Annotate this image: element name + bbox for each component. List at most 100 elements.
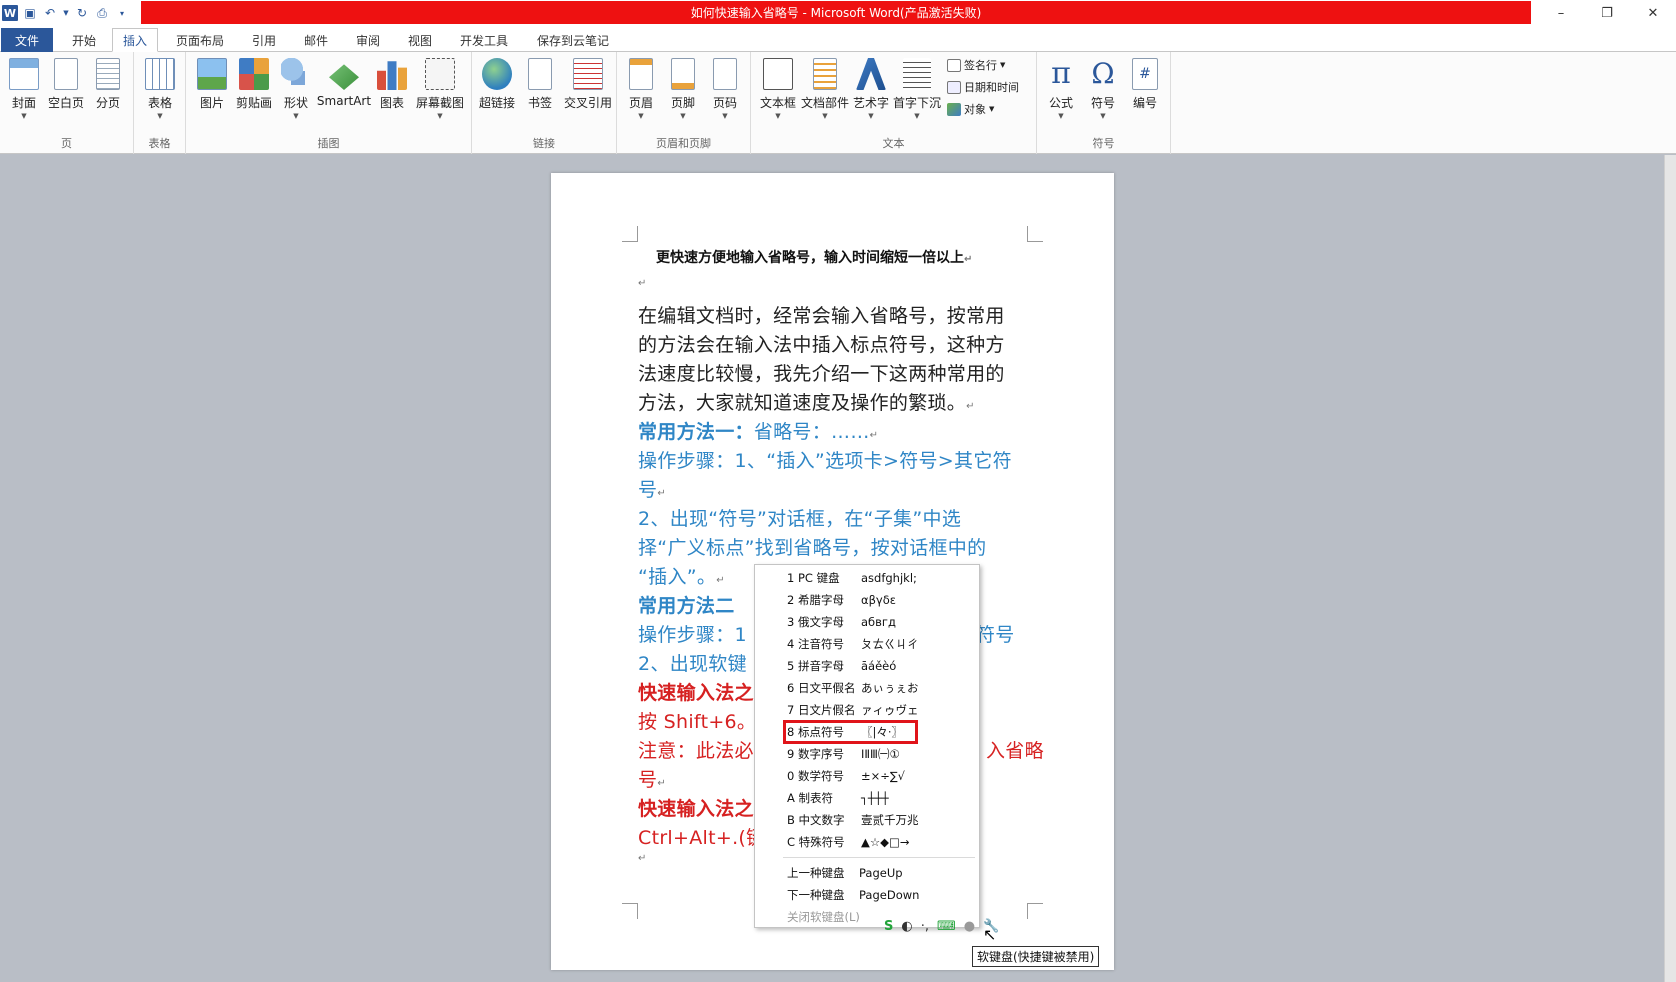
soft-keyboard-icon[interactable]: ⌨ <box>937 919 956 934</box>
body-line-1: 在编辑文档时，经常会输入省略号，按常用 <box>638 305 1005 327</box>
tab-review[interactable]: 审阅 <box>346 28 390 52</box>
ime-mode-icon[interactable]: ◐ <box>901 919 912 934</box>
word-logo-icon[interactable]: W <box>2 5 18 21</box>
menu-item-greek[interactable]: 2 希腊字母 αβγδε <box>787 590 896 610</box>
undo-dropdown-icon[interactable]: ▼ <box>62 5 70 21</box>
signature-line-icon <box>947 58 961 72</box>
fast-method-1-heading: 快速输入法之 <box>638 682 754 704</box>
table-button[interactable]: 表格 ▼ <box>139 56 181 128</box>
signature-line-button[interactable]: 签名行 ▼ <box>947 57 1005 73</box>
ime-logo-icon[interactable]: S <box>884 919 893 934</box>
body-line-4: 方法，大家就知道速度及操作的繁琐。↵ <box>638 392 975 414</box>
steps-line-1: 操作步骤：1、“插入”选项卡>符号>其它符 <box>638 450 1012 472</box>
group-links: 超链接 书签 交叉引用 链接 <box>472 52 617 154</box>
highlight-box <box>783 720 918 744</box>
menu-item-math[interactable]: 0 数学符号 ±×÷∑√ <box>787 766 905 786</box>
header-button[interactable]: 页眉 ▼ <box>620 56 662 128</box>
tab-page-layout[interactable]: 页面布局 <box>166 28 234 52</box>
menu-item-next-keyboard[interactable]: 下一种键盘 PageDown <box>787 885 919 905</box>
menu-item-chinese-numerals[interactable]: B 中文数字 壹贰千万兆 <box>787 810 919 830</box>
date-time-button[interactable]: 日期和时间 <box>947 79 1019 95</box>
text-box-button[interactable]: 文本框 ▼ <box>755 56 801 128</box>
restore-button[interactable]: ❐ <box>1584 0 1630 26</box>
group-symbols: π 公式 ▼ Ω 符号 ▼ # 编号 符号 <box>1037 52 1171 154</box>
group-label-table: 表格 <box>148 137 171 150</box>
clip-art-button[interactable]: 剪贴画 <box>233 56 275 128</box>
fast-method-2-heading: 快速输入法之 <box>638 798 754 820</box>
equation-button[interactable]: π 公式 ▼ <box>1040 56 1082 128</box>
steps-line-5: “插入”。↵ <box>638 566 725 588</box>
header-icon <box>629 58 653 90</box>
picture-button[interactable]: 图片 <box>191 56 233 128</box>
close-button[interactable]: ✕ <box>1630 0 1676 26</box>
print-preview-icon[interactable]: ⎙ <box>94 5 110 21</box>
margin-corner-top-right <box>1027 226 1043 242</box>
group-header-footer: 页眉 ▼ 页脚 ▼ 页码 ▼ 页眉和页脚 <box>617 52 751 154</box>
ime-punctuation-icon[interactable]: ·, <box>921 919 929 934</box>
quick-parts-button[interactable]: 文档部件 ▼ <box>801 56 849 128</box>
method-2-steps-tail: 符号 <box>976 624 1015 646</box>
group-label-text: 文本 <box>882 137 905 150</box>
menu-item-zhuyin[interactable]: 4 注音符号 ㄆㄊㄍㄐㄔ <box>787 634 919 654</box>
tab-save-to-cloud-notes[interactable]: 保存到云笔记 <box>527 28 619 52</box>
menu-item-pinyin[interactable]: 5 拼音字母 āáěèó <box>787 656 896 676</box>
table-icon <box>145 58 175 90</box>
pi-icon: π <box>1051 56 1071 91</box>
menu-item-hiragana[interactable]: 6 日文平假名 あぃぅぇお <box>787 678 919 698</box>
shift-6-line: 按 Shift+6。↵ <box>638 711 765 733</box>
tab-home[interactable]: 开始 <box>62 28 106 52</box>
group-page: 封面 ▼ 空白页 分页 页 <box>0 52 134 154</box>
shapes-button[interactable]: 形状 ▼ <box>275 56 317 128</box>
soft-keyboard-menu: 1 PC 键盘 asdfghjkl; 2 希腊字母 αβγδε 3 俄文字母 абвг… <box>754 564 980 928</box>
chart-button[interactable]: 图表 <box>371 56 413 128</box>
user-icon[interactable]: ● <box>964 919 975 934</box>
tab-view[interactable]: 视图 <box>398 28 442 52</box>
menu-item-previous-keyboard[interactable]: 上一种键盘 PageUp <box>787 863 903 883</box>
bookmark-button[interactable]: 书签 <box>519 56 561 128</box>
menu-item-number-serials[interactable]: 9 数字序号 ⅠⅡⅢ㈠① <box>787 744 900 764</box>
footer-button[interactable]: 页脚 ▼ <box>662 56 704 128</box>
soft-keyboard-tooltip: 软键盘(快捷键被禁用) <box>972 946 1100 967</box>
shapes-icon <box>281 58 311 90</box>
screenshot-icon <box>425 58 455 90</box>
redo-icon[interactable]: ↻ <box>74 5 90 21</box>
symbol-button[interactable]: Ω 符号 ▼ <box>1082 56 1124 128</box>
wordart-button[interactable]: 艺术字 ▼ <box>849 56 893 128</box>
bookmark-icon <box>528 58 552 90</box>
tab-references[interactable]: 引用 <box>242 28 286 52</box>
tab-mailings[interactable]: 邮件 <box>294 28 338 52</box>
customize-qat-icon[interactable]: ▾ <box>114 5 130 21</box>
page-break-button[interactable]: 分页 <box>87 56 129 128</box>
menu-item-box-drawing[interactable]: A 制表符 ┐┼┼┼ <box>787 788 889 808</box>
window-controls: – ❐ ✕ <box>1538 0 1676 26</box>
undo-icon[interactable]: ↶ <box>42 5 58 21</box>
margin-corner-top-left <box>622 226 638 242</box>
tab-file[interactable]: 文件 <box>1 28 53 52</box>
date-time-icon <box>947 80 961 94</box>
vertical-scrollbar[interactable] <box>1664 155 1676 982</box>
minimize-button[interactable]: – <box>1538 0 1584 26</box>
numbering-button[interactable]: # 编号 <box>1124 56 1166 128</box>
tab-insert[interactable]: 插入 <box>112 28 159 52</box>
empty-paragraph: ↵ <box>638 278 647 289</box>
menu-item-pc-keyboard[interactable]: 1 PC 键盘 asdfghjkl; <box>787 568 917 588</box>
drop-cap-button[interactable]: 首字下沉 ▼ <box>893 56 941 128</box>
ribbon: 封面 ▼ 空白页 分页 页 表格 ▼ 表格 图片 剪贴画 形状 ▼ SmartA… <box>0 52 1676 154</box>
cross-reference-button[interactable]: 交叉引用 <box>561 56 615 128</box>
menu-item-russian[interactable]: 3 俄文字母 абвгд <box>787 612 896 632</box>
menu-item-special-symbols[interactable]: C 特殊符号 ▲☆◆□→ <box>787 832 910 852</box>
page-number-button[interactable]: 页码 ▼ <box>704 56 746 128</box>
object-button[interactable]: 对象 ▼ <box>947 101 994 117</box>
steps-line-3: 2、出现“符号”对话框，在“子集”中选 <box>638 508 962 530</box>
save-icon[interactable]: ▣ <box>22 5 38 21</box>
ime-toolbar: S ◐ ·, ⌨ ● 🔧 <box>878 914 1040 938</box>
smartart-button[interactable]: SmartArt <box>317 56 371 128</box>
blank-page-button[interactable]: 空白页 <box>45 56 87 128</box>
tab-developer[interactable]: 开发工具 <box>450 28 518 52</box>
screenshot-button[interactable]: 屏幕截图 ▼ <box>413 56 467 128</box>
cover-page-button[interactable]: 封面 ▼ <box>3 56 45 128</box>
menu-item-katakana[interactable]: 7 日文片假名 ァィゥヴェ <box>787 700 919 720</box>
hyperlink-button[interactable]: 超链接 <box>475 56 519 128</box>
cross-reference-icon <box>573 58 603 90</box>
menu-item-close-soft-keyboard[interactable]: 关闭软键盘(L) <box>787 907 860 927</box>
